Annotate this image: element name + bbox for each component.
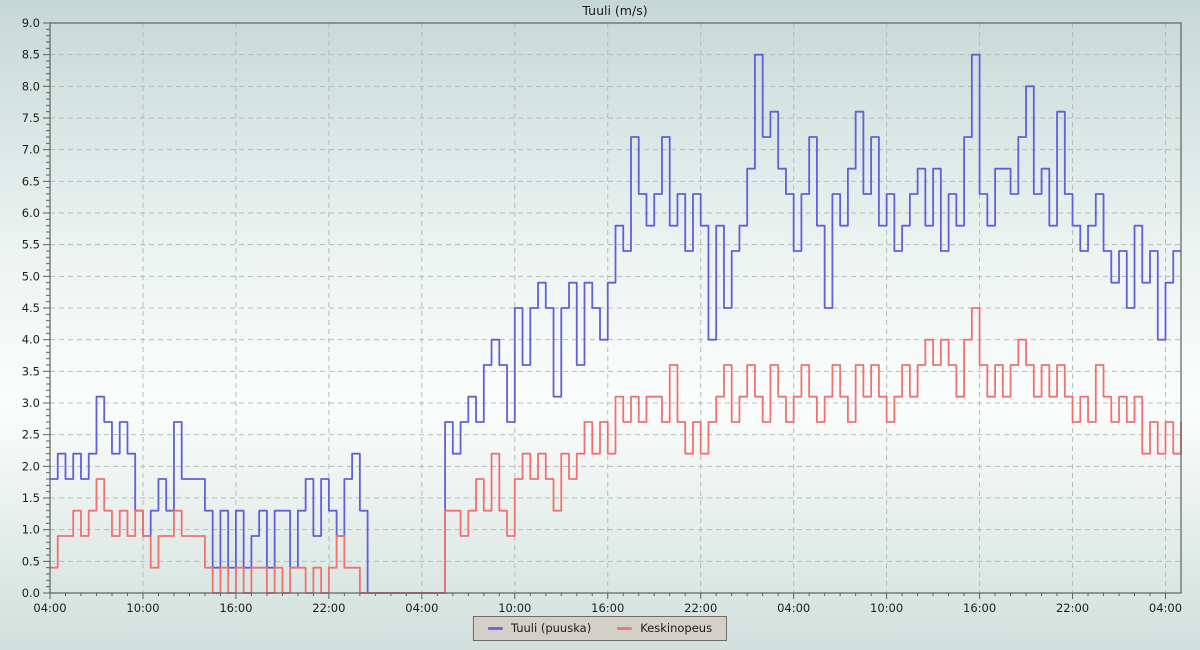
svg-text:16:00: 16:00 [963, 601, 996, 615]
svg-text:10:00: 10:00 [870, 601, 903, 615]
svg-text:9.0: 9.0 [22, 16, 40, 30]
chart-legend: Tuuli (puuska) Keskinopeus [473, 616, 727, 641]
svg-text:04:00: 04:00 [777, 601, 810, 615]
svg-text:1.0: 1.0 [22, 523, 40, 537]
chart-canvas: 0.0 0.5 1.0 1.5 2.0 2.5 3.0 3.5 4.0 4.5 5.0 5.5 6.0 6… [0, 0, 1200, 650]
legend-item-average: Keskinopeus [617, 621, 712, 635]
svg-text:1.5: 1.5 [22, 491, 40, 505]
svg-text:7.5: 7.5 [22, 111, 40, 125]
axis-labels: 0.0 0.5 1.0 1.5 2.0 2.5 3.0 3.5 4.0 4.5 5.0 5.5 6.0 6… [22, 16, 1182, 615]
svg-text:04:00: 04:00 [33, 601, 66, 615]
svg-text:0.0: 0.0 [22, 586, 40, 600]
line-swatch-red-icon [617, 627, 632, 630]
svg-text:10:00: 10:00 [498, 601, 531, 615]
svg-text:10:00: 10:00 [126, 601, 159, 615]
svg-text:8.0: 8.0 [22, 79, 40, 93]
gridlines [50, 23, 1181, 593]
svg-text:8.5: 8.5 [22, 48, 40, 62]
svg-text:5.0: 5.0 [22, 269, 40, 283]
plot-border [50, 23, 1181, 593]
legend-label-average: Keskinopeus [640, 621, 712, 635]
svg-text:2.5: 2.5 [22, 428, 40, 442]
data-series [50, 55, 1181, 593]
svg-text:0.5: 0.5 [22, 554, 40, 568]
svg-text:04:00: 04:00 [405, 601, 438, 615]
svg-text:3.0: 3.0 [22, 396, 40, 410]
chart-title: Tuuli (m/s) [581, 3, 647, 18]
legend-item-gust: Tuuli (puuska) [488, 621, 591, 635]
wind-chart: 0.0 0.5 1.0 1.5 2.0 2.5 3.0 3.5 4.0 4.5 5.0 5.5 6.0 6… [0, 0, 1200, 650]
svg-text:7.0: 7.0 [22, 143, 40, 157]
line-swatch-blue-icon [488, 627, 503, 630]
svg-text:5.5: 5.5 [22, 238, 40, 252]
legend-label-gust: Tuuli (puuska) [511, 621, 591, 635]
svg-text:16:00: 16:00 [219, 601, 252, 615]
axis-ticks [43, 23, 1166, 599]
svg-text:22:00: 22:00 [1056, 601, 1089, 615]
svg-text:3.5: 3.5 [22, 364, 40, 378]
svg-text:2.0: 2.0 [22, 459, 40, 473]
svg-text:04:00: 04:00 [1149, 601, 1182, 615]
svg-text:4.5: 4.5 [22, 301, 40, 315]
svg-text:16:00: 16:00 [591, 601, 624, 615]
svg-text:22:00: 22:00 [312, 601, 345, 615]
svg-text:4.0: 4.0 [22, 333, 40, 347]
svg-text:6.5: 6.5 [22, 174, 40, 188]
svg-text:6.0: 6.0 [22, 206, 40, 220]
svg-text:22:00: 22:00 [684, 601, 717, 615]
